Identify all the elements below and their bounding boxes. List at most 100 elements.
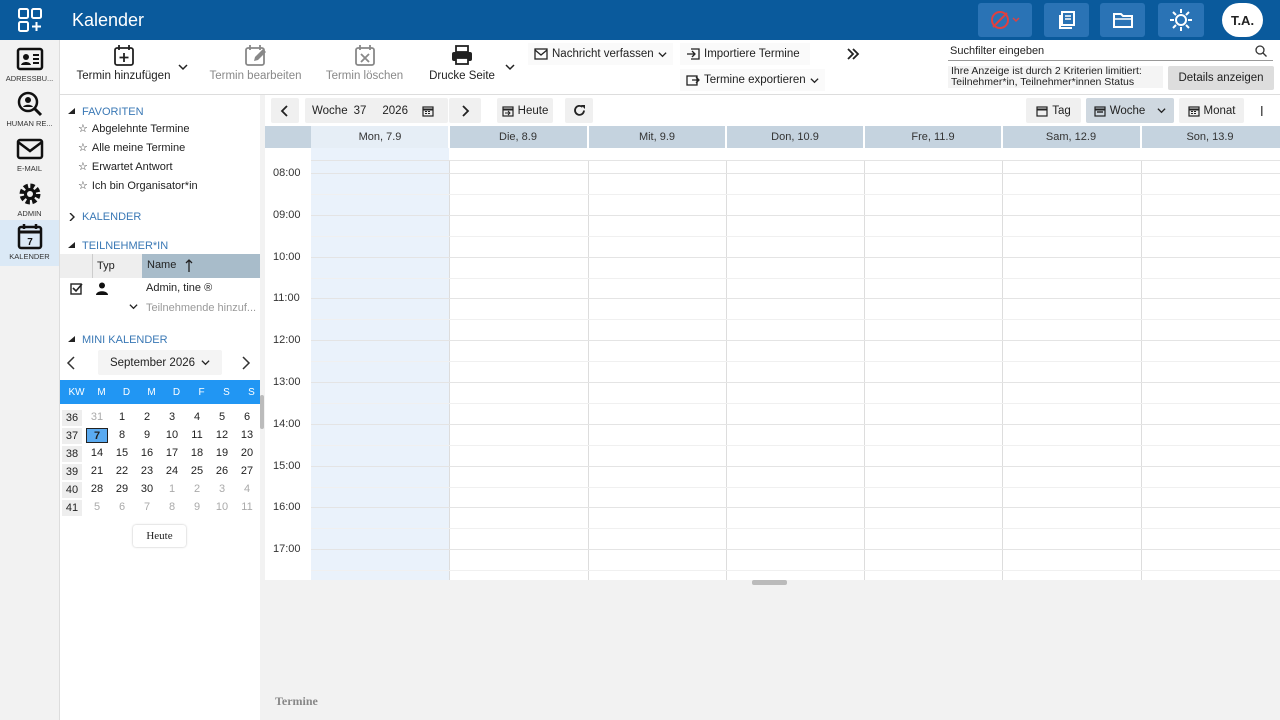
mini-calendar-day[interactable]: 4 [186, 410, 208, 425]
column-type[interactable]: Typ [97, 260, 115, 272]
mini-calendar-day[interactable]: 1 [111, 410, 133, 425]
favorite-item[interactable]: ☆ Abgelehnte Termine [78, 122, 190, 136]
mini-calendar-day[interactable]: 8 [161, 500, 183, 515]
today-button[interactable]: Heute [497, 98, 553, 123]
mini-calendar-day[interactable]: 15 [111, 446, 133, 461]
mini-calendar-day[interactable]: 3 [161, 410, 183, 425]
mini-calendar-section-header[interactable]: MINI KALENDER [68, 334, 168, 346]
chevron-down-icon[interactable] [129, 302, 138, 311]
week-selector[interactable]: Woche 37 2026 [305, 98, 448, 123]
mini-calendar-day[interactable]: 30 [136, 482, 158, 497]
mini-calendar-week-number[interactable]: 40 [62, 482, 82, 498]
sync-status-button[interactable] [978, 3, 1032, 37]
mini-calendar-day[interactable]: 21 [86, 464, 108, 479]
week-grid[interactable]: 08:00 09:00 10:00 11:00 12:00 13:00 14:00 15:00… [265, 148, 1280, 580]
column-name[interactable]: Name [142, 254, 260, 278]
module-addressbook[interactable]: ADRESSBU... [0, 44, 59, 88]
app-menu-icon[interactable] [18, 8, 42, 32]
mini-today-button[interactable]: Heute [133, 525, 186, 547]
day-header[interactable]: Fre, 11.9 [864, 126, 1002, 148]
mini-calendar-day[interactable]: 26 [211, 464, 233, 479]
mini-calendar-week-number[interactable]: 36 [62, 410, 82, 426]
mini-calendar-day[interactable]: 22 [111, 464, 133, 479]
module-email[interactable]: E-MAIL [0, 134, 59, 178]
add-event-button[interactable]: Termin hinzufügen [76, 44, 171, 82]
add-event-dropdown-icon[interactable] [178, 62, 188, 72]
delete-event-button[interactable]: Termin löschen [322, 44, 407, 82]
add-attendee-input[interactable]: Teilnehmende hinzuf... [146, 302, 256, 314]
calendars-section-header[interactable]: KALENDER [68, 211, 141, 223]
day-header[interactable]: Don, 10.9 [726, 126, 864, 148]
mini-calendar-day[interactable]: 28 [86, 482, 108, 497]
mini-calendar-day[interactable]: 20 [236, 446, 258, 461]
mini-calendar-day[interactable]: 5 [86, 500, 108, 515]
mini-calendar-day-selected[interactable]: 7 [86, 428, 108, 443]
chevron-right-icon[interactable] [241, 356, 251, 370]
mini-calendar-week-number[interactable]: 39 [62, 464, 82, 480]
favorite-item[interactable]: ☆ Ich bin Organisator*in [78, 179, 198, 193]
favorite-item[interactable]: ☆ Erwartet Antwort [78, 160, 173, 174]
day-header[interactable]: Son, 13.9 [1141, 126, 1279, 148]
day-header[interactable]: Mon, 7.9 [311, 126, 449, 148]
mini-calendar-day[interactable]: 2 [136, 410, 158, 425]
module-admin[interactable]: ADMIN [0, 179, 59, 223]
mini-calendar-day[interactable]: 9 [186, 500, 208, 515]
year-input[interactable]: 2026 [382, 105, 408, 117]
day-header[interactable]: Sam, 12.9 [1002, 126, 1140, 148]
mini-calendar-day[interactable]: 7 [136, 500, 158, 515]
calendar-icon[interactable] [422, 105, 434, 117]
day-header[interactable]: Die, 8.9 [449, 126, 587, 148]
mini-calendar-day[interactable]: 27 [236, 464, 258, 479]
mini-calendar-day[interactable]: 11 [236, 500, 258, 515]
export-events-button[interactable]: Termine exportieren [680, 69, 825, 91]
more-actions-icon[interactable] [846, 47, 860, 61]
import-events-button[interactable]: Importiere Termine [680, 43, 810, 65]
mini-calendar-day[interactable]: 10 [211, 500, 233, 515]
mini-calendar-day[interactable]: 3 [211, 482, 233, 497]
checkbox-checked-icon[interactable] [70, 282, 83, 295]
mini-calendar-day[interactable]: 14 [86, 446, 108, 461]
theme-toggle-button[interactable] [1158, 3, 1204, 37]
view-month-button[interactable]: Monat [1179, 98, 1244, 123]
mini-calendar-day[interactable]: 13 [236, 428, 258, 443]
edit-event-button[interactable]: Termin bearbeiten [208, 44, 303, 82]
mini-calendar-day[interactable]: 6 [236, 410, 258, 425]
print-dropdown-icon[interactable] [505, 62, 515, 72]
attendee-name[interactable]: Admin, tine ® [146, 282, 212, 294]
mini-calendar-day[interactable]: 19 [211, 446, 233, 461]
filemanager-button[interactable] [1100, 3, 1145, 37]
mini-calendar-day[interactable]: 2 [186, 482, 208, 497]
mini-calendar-day[interactable]: 5 [211, 410, 233, 425]
mini-calendar-day[interactable]: 4 [236, 482, 258, 497]
view-week-button[interactable]: Woche [1086, 98, 1174, 123]
chevron-left-icon[interactable] [66, 356, 76, 370]
print-page-button[interactable]: Drucke Seite [424, 44, 500, 82]
month-select[interactable]: September 2026 [98, 350, 222, 375]
next-week-button[interactable] [449, 98, 481, 123]
favorites-section-header[interactable]: FAVORITEN [68, 106, 144, 118]
favorite-item[interactable]: ☆ Alle meine Termine [78, 141, 185, 155]
module-human-resources[interactable]: HUMAN RE... [0, 89, 59, 133]
day-header[interactable]: Mit, 9.9 [588, 126, 726, 148]
mini-calendar-day[interactable]: 31 [86, 410, 108, 425]
mini-calendar-day[interactable]: 1 [161, 482, 183, 497]
mini-calendar-day[interactable]: 29 [111, 482, 133, 497]
mini-calendar-day[interactable]: 16 [136, 446, 158, 461]
mini-calendar-day[interactable]: 11 [186, 428, 208, 443]
mini-calendar-week-number[interactable]: 37 [62, 428, 82, 444]
module-calendar[interactable]: 7 KALENDER [0, 220, 59, 266]
compose-message-button[interactable]: Nachricht verfassen [528, 43, 673, 65]
mini-calendar-day[interactable]: 10 [161, 428, 183, 443]
week-number-input[interactable]: 37 [354, 105, 367, 117]
mini-calendar-week-number[interactable]: 41 [62, 500, 82, 516]
refresh-button[interactable] [565, 98, 593, 123]
view-day-button[interactable]: Tag [1026, 98, 1081, 123]
mini-calendar-day[interactable]: 24 [161, 464, 183, 479]
search-icon[interactable] [1255, 45, 1267, 57]
mini-calendar-day[interactable]: 23 [136, 464, 158, 479]
search-input[interactable]: Suchfilter eingeben [948, 43, 1273, 61]
details-button[interactable]: Details anzeigen [1168, 66, 1274, 90]
panel-resize-handle[interactable] [260, 395, 264, 429]
mini-calendar-week-number[interactable]: 38 [62, 446, 82, 462]
mini-calendar-day[interactable]: 17 [161, 446, 183, 461]
